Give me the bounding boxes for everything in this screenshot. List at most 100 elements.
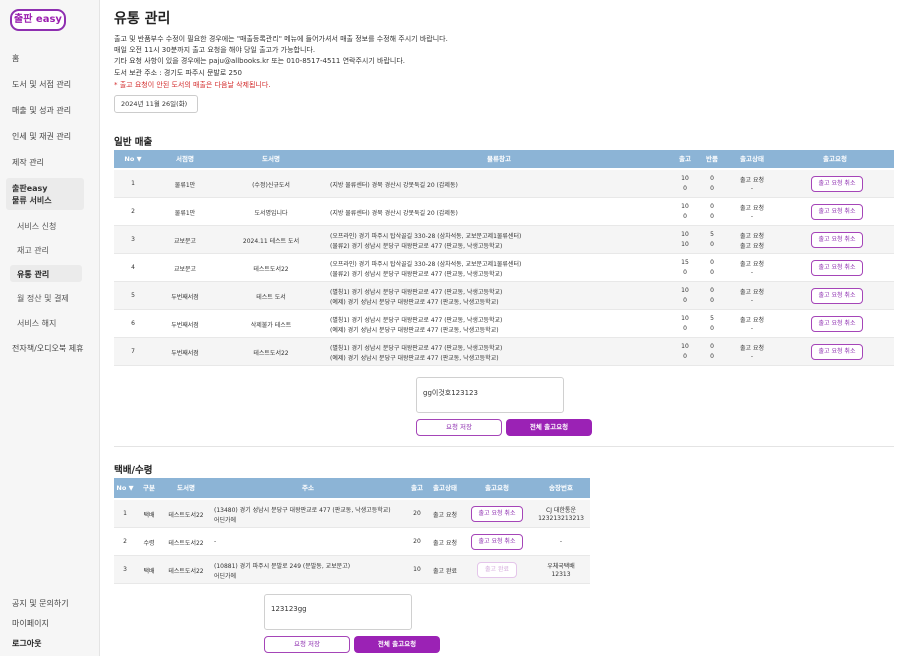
request-complete-button: 출고 완료 <box>477 562 517 578</box>
cancel-request-button[interactable]: 출고 요청 취소 <box>811 204 863 220</box>
sidebar-item-inventory[interactable]: 재고 관리 <box>17 245 49 256</box>
cell-status: 출고 요청 <box>740 233 764 240</box>
sales-memo-input[interactable]: gg이것호123123 <box>416 377 564 413</box>
cell-type: 택배 <box>143 568 155 575</box>
cell-warehouse: (별칭1) 경기 성남시 분당구 대왕판교로 477 (판교동, 낙생고등학교) <box>330 345 503 352</box>
cell-no: 6 <box>131 320 135 327</box>
section-title-delivery: 택배/수령 <box>114 465 153 476</box>
cell-warehouse: (예제) 경기 성남시 분당구 대왕판교로 477 (판교동, 낙생고등학교) <box>330 355 499 362</box>
cell-book: 테스트도서22 <box>253 350 289 357</box>
cell-status: - <box>750 325 754 332</box>
col-store: 서점명 <box>176 155 194 163</box>
col-book: 도서명 <box>262 155 280 163</box>
cell-warehouse: (예제) 경기 성남시 분당구 대왕판교로 477 (판교동, 낙생고등학교) <box>330 299 499 306</box>
sidebar-item-sales[interactable]: 매출 및 성과 관리 <box>12 105 71 116</box>
sidebar-item-ebook[interactable]: 전자책/오디오북 제휴 <box>12 343 83 354</box>
sidebar-group-label: 출판easy <box>12 184 48 193</box>
cell-store: 두번째서점 <box>171 294 199 301</box>
cell-return: 0 <box>710 353 714 360</box>
col-no[interactable]: No ▼ <box>114 478 136 498</box>
cell-no: 5 <box>131 292 135 299</box>
cell-no: 1 <box>131 180 135 187</box>
cancel-request-button[interactable]: 출고 요청 취소 <box>811 344 863 360</box>
cancel-request-button[interactable]: 출고 요청 취소 <box>811 176 863 192</box>
sidebar-item-cancel-service[interactable]: 서비스 해지 <box>17 318 56 329</box>
cell-out: 20 <box>413 538 421 545</box>
notice-line: 기타 요청 사항이 있을 경우에는 paju@allbooks.kr 또는 01… <box>114 57 406 65</box>
sidebar-item-mypage[interactable]: 마이페이지 <box>12 618 49 629</box>
delivery-save-button[interactable]: 요청 저장 <box>264 636 350 653</box>
col-return: 반품 <box>706 155 718 163</box>
cell-address: (13480) 경기 성남시 분당구 대왕판교로 477 (판교동, 낙생고등학… <box>214 507 391 514</box>
cell-warehouse: (오프라인) 경기 파주시 탑삭골길 330-28 (삼차석동, 교보문고제1물… <box>330 233 522 240</box>
cell-address: - <box>214 538 217 545</box>
cell-warehouse: (지방 물류센터) 경북 경산시 강못둑길 20 (갑제동) <box>330 182 458 189</box>
cell-out: 10 <box>681 241 689 248</box>
delivery-memo-input[interactable]: 123123gg <box>264 594 412 630</box>
sidebar-group-logistics[interactable]: 출판easy 물류 서비스 <box>6 178 84 210</box>
cell-store: 교보문고 <box>173 238 197 245</box>
sidebar-item-notice[interactable]: 공지 및 문의하기 <box>12 598 69 609</box>
cell-store: 두번째서점 <box>171 322 199 329</box>
notice-line: 매일 오전 11시 30분까지 출고 요청을 해야 당일 출고가 가능합니다. <box>114 46 316 54</box>
col-request: 출고요청 <box>823 155 847 163</box>
cell-out: 10 <box>681 343 689 350</box>
sales-request-all-button[interactable]: 전체 출고요청 <box>506 419 592 436</box>
cancel-request-button[interactable]: 출고 요청 취소 <box>471 506 523 522</box>
cell-out: 10 <box>413 566 421 573</box>
app-logo[interactable]: 출판 easy <box>10 9 66 31</box>
sidebar-group-label: 물류 서비스 <box>12 196 52 205</box>
cell-return: 5 <box>710 231 714 238</box>
cell-book: 삭제불가 테스트 <box>250 322 292 329</box>
cell-out: 10 <box>681 231 689 238</box>
cancel-request-button[interactable]: 출고 요청 취소 <box>811 232 863 248</box>
cell-warehouse: (별칭1) 경기 성남시 분당구 대왕판교로 477 (판교동, 낙생고등학교) <box>330 289 503 296</box>
cell-return: 0 <box>710 325 714 332</box>
red-notice: * 출고 요청이 안된 도서의 매출은 다음날 삭제됩니다. <box>114 81 271 89</box>
cancel-request-button[interactable]: 출고 요청 취소 <box>471 534 523 550</box>
cancel-request-button[interactable]: 출고 요청 취소 <box>811 316 863 332</box>
sidebar-item-home[interactable]: 홈 <box>12 53 19 64</box>
cell-status: 출고 요청 <box>740 289 764 296</box>
col-no[interactable]: No ▼ <box>114 150 152 168</box>
cell-out: 10 <box>681 203 689 210</box>
cell-return: 5 <box>710 315 714 322</box>
cell-out: 0 <box>683 213 687 220</box>
sidebar-item-settlement[interactable]: 월 정산 및 결제 <box>17 293 69 304</box>
cell-store: 물류1만 <box>174 182 196 189</box>
cell-no: 7 <box>131 348 135 355</box>
cell-status: - <box>750 185 754 192</box>
table-row: 3 택배 테스트도서22 (10881) 경기 파주시 문발로 249 (문발동, 교… <box>114 556 590 584</box>
sidebar: 출판 easy 홈 도서 및 서점 관리 매출 및 성과 관리 인세 및 재권 … <box>0 0 100 656</box>
sidebar-item-production[interactable]: 제작 관리 <box>12 157 44 168</box>
cell-warehouse: (물류2) 경기 성남시 분당구 대왕판교로 477 (판교동, 낙생고등학교) <box>330 271 503 278</box>
date-picker[interactable]: 2024년 11월 26일(화) <box>114 95 198 113</box>
cell-return: 0 <box>710 343 714 350</box>
sidebar-item-service-apply[interactable]: 서비스 신청 <box>17 221 56 232</box>
divider <box>114 446 894 447</box>
table-row: 5 두번째서점 테스트 도서 (별칭1) 경기 성남시 분당구 대왕판교로 477 (… <box>114 282 894 310</box>
sales-save-button[interactable]: 요청 저장 <box>416 419 502 436</box>
cell-status: - <box>750 353 754 360</box>
col-book: 도서명 <box>177 484 195 492</box>
logout-button[interactable]: 로그아웃 <box>12 638 41 649</box>
cell-out: 10 <box>681 315 689 322</box>
table-row: 6 두번째서점 삭제불가 테스트 (별칭1) 경기 성남시 분당구 대왕판교로 477… <box>114 310 894 338</box>
sidebar-item-distribution[interactable]: 유통 관리 <box>17 269 49 280</box>
cell-invoice: 12313 <box>551 571 571 578</box>
delivery-request-all-button[interactable]: 전체 출고요청 <box>354 636 440 653</box>
cell-warehouse: (예제) 경기 성남시 분당구 대왕판교로 477 (판교동, 낙생고등학교) <box>330 327 499 334</box>
cell-no: 2 <box>131 208 135 215</box>
cell-return: 0 <box>710 259 714 266</box>
cancel-request-button[interactable]: 출고 요청 취소 <box>811 288 863 304</box>
section-title-sales: 일반 매출 <box>114 137 153 148</box>
sidebar-item-books[interactable]: 도서 및 서점 관리 <box>12 79 71 90</box>
cell-warehouse: (별칭1) 경기 성남시 분당구 대왕판교로 477 (판교동, 낙생고등학교) <box>330 317 503 324</box>
delivery-table-header: No ▼ 구분 도서명 주소 출고 출고상태 출고요청 송장번호 <box>114 478 590 498</box>
sidebar-item-royalty[interactable]: 인세 및 재권 관리 <box>12 131 71 142</box>
cell-out: 0 <box>683 185 687 192</box>
cell-warehouse: (지방 물류센터) 경북 경산시 강못둑길 20 (갑제동) <box>330 210 458 217</box>
cancel-request-button[interactable]: 출고 요청 취소 <box>811 260 863 276</box>
cell-status: 출고 요청 <box>740 205 764 212</box>
table-row: 1 택배 테스트도서22 (13480) 경기 성남시 분당구 대왕판교로 477 (… <box>114 500 590 528</box>
